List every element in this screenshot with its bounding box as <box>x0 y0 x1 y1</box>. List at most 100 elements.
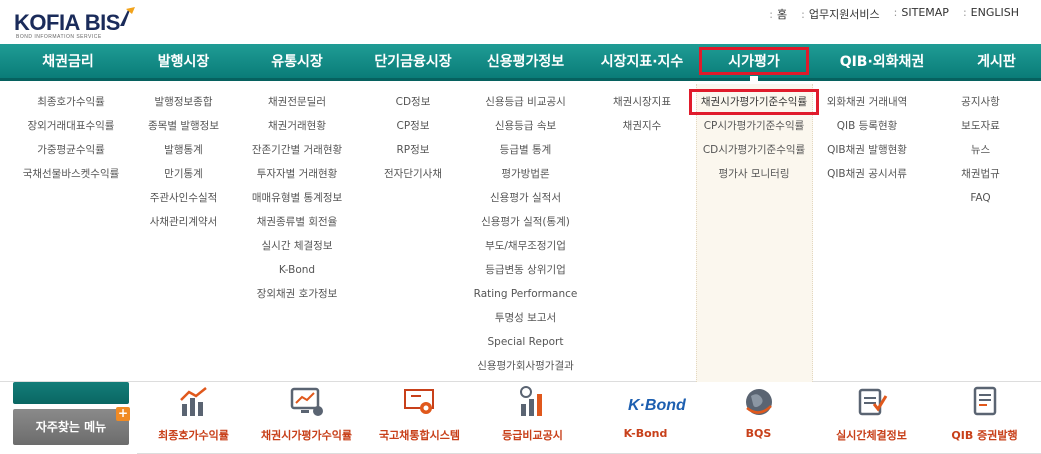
util-english-link[interactable]: ENGLISH <box>963 6 1019 22</box>
menu-item[interactable]: 채권종류별 회전율 <box>231 210 363 234</box>
side-button-partial[interactable] <box>13 382 129 404</box>
quick-link-label: BQS <box>745 427 772 440</box>
menu-item[interactable]: Special Report <box>463 330 588 354</box>
util-support-link[interactable]: 업무지원서비스 <box>801 6 880 22</box>
menu-item[interactable]: 공지사항 <box>936 90 1025 114</box>
menu-item[interactable]: FAQ <box>936 186 1025 210</box>
grade-bar-icon <box>519 386 542 416</box>
mega-menu: 최종호가수익률 장외거래대표수익률 가중평균수익률 국채선물바스켓수익률 발행정… <box>0 84 1041 382</box>
globe-icon <box>745 389 772 415</box>
menu-item[interactable]: K-Bond <box>231 258 363 282</box>
menu-item[interactable]: 평가사 모니터링 <box>690 162 818 186</box>
nav-board[interactable]: 게시판 <box>952 44 1041 78</box>
menu-item[interactable]: 뉴스 <box>936 138 1025 162</box>
menu-item[interactable]: 채권전문딜러 <box>231 90 363 114</box>
menu-col-issuance: 발행정보종합 종목별 발행정보 발행통계 만기통계 주관사인수실적 사채관리계약… <box>136 90 231 234</box>
favorite-menu-button[interactable]: 자주찾는 메뉴 + <box>13 407 130 445</box>
menu-item[interactable]: 부도/채무조정기업 <box>463 234 588 258</box>
util-sitemap-link[interactable]: SITEMAP <box>894 6 949 22</box>
menu-col-trading: 채권전문딜러 채권거래현황 잔존기간별 거래현황 투자자별 거래현황 매매유형별… <box>231 90 363 306</box>
nav-issuance-market[interactable]: 발행시장 <box>136 44 231 78</box>
quick-links: 최종호가수익률 채권시가평가수익률 국고채통합시스템 등급비교공시 K·Bond… <box>137 382 1041 454</box>
checklist-icon <box>858 388 887 416</box>
menu-item[interactable]: 채권시장지표 <box>588 90 696 114</box>
menu-item[interactable]: 국채선물바스켓수익률 <box>12 162 130 186</box>
quick-link-bqs[interactable]: BQS <box>702 382 815 454</box>
menu-col-board: 공지사항 보도자료 뉴스 채권법규 FAQ <box>936 90 1025 210</box>
menu-item[interactable]: QIB채권 발행현황 <box>812 138 922 162</box>
bar-chart-icon <box>179 387 207 416</box>
nav-mark-to-market[interactable]: 시가평가 <box>696 44 812 84</box>
quick-link-final-quote-yield[interactable]: 최종호가수익률 <box>137 382 250 454</box>
menu-col-credit-rating: 신용등급 비교공시 신용등급 속보 등급별 통계 평가방법론 신용평가 실적서 … <box>463 90 588 378</box>
nav-credit-rating[interactable]: 신용평가정보 <box>463 44 588 78</box>
menu-col-market-index: 채권시장지표 채권지수 <box>588 90 696 138</box>
nav-short-term-market[interactable]: 단기금융시장 <box>363 44 463 78</box>
favorite-menu-label: 자주찾는 메뉴 <box>35 420 107 434</box>
nav-market-index[interactable]: 시장지표·지수 <box>588 44 696 78</box>
logo-mark-icon <box>120 7 135 26</box>
document-icon <box>973 386 996 416</box>
menu-item-bond-mtm-yield[interactable]: 채권시가평가기준수익률 <box>689 89 819 115</box>
svg-text:K·Bond: K·Bond <box>628 397 686 414</box>
menu-item[interactable]: QIB 등록현황 <box>812 114 922 138</box>
quick-link-label: QIB 증권발행 <box>951 429 1018 442</box>
menu-item[interactable]: CD정보 <box>363 90 463 114</box>
menu-item[interactable]: 보도자료 <box>936 114 1025 138</box>
menu-item[interactable]: 발행정보종합 <box>136 90 231 114</box>
menu-item[interactable]: 신용평가회사평가결과 <box>463 354 588 378</box>
menu-item[interactable]: CD시가평가기준수익률 <box>690 138 818 162</box>
menu-item[interactable]: 투자자별 거래현황 <box>231 162 363 186</box>
menu-item[interactable]: 신용평가 실적서 <box>463 186 588 210</box>
menu-item[interactable]: CP시가평가기준수익률 <box>690 114 818 138</box>
quick-link-treasury-system[interactable]: 국고채통합시스템 <box>363 382 476 454</box>
menu-item[interactable]: RP정보 <box>363 138 463 162</box>
menu-item[interactable]: 평가방법론 <box>463 162 588 186</box>
util-home-link[interactable]: 홈 <box>769 6 787 22</box>
menu-item[interactable]: 가중평균수익률 <box>12 138 130 162</box>
kbond-logo-icon: K·Bond <box>628 397 686 414</box>
quick-link-rating-comparison[interactable]: 등급비교공시 <box>476 382 589 454</box>
menu-item[interactable]: 주관사인수실적 <box>136 186 231 210</box>
menu-item[interactable]: Rating Performance <box>463 282 588 306</box>
menu-item[interactable]: 신용등급 속보 <box>463 114 588 138</box>
nav-trading-market[interactable]: 유통시장 <box>231 44 363 78</box>
menu-item[interactable]: 장외거래대표수익률 <box>12 114 130 138</box>
menu-item[interactable]: 채권법규 <box>936 162 1025 186</box>
menu-item[interactable]: 실시간 체결정보 <box>231 234 363 258</box>
quick-link-mtm-yield[interactable]: 채권시가평가수익률 <box>250 382 363 454</box>
menu-item[interactable]: 외화채권 거래내역 <box>812 90 922 114</box>
quick-link-kbond[interactable]: K·Bond K-Bond <box>589 382 702 454</box>
menu-item[interactable]: 발행통계 <box>136 138 231 162</box>
menu-item[interactable]: 최종호가수익률 <box>12 90 130 114</box>
quick-link-label: 등급비교공시 <box>502 429 563 442</box>
quick-link-label: 최종호가수익률 <box>158 429 229 442</box>
menu-item[interactable]: 등급변동 상위기업 <box>463 258 588 282</box>
logo-text: KOFIA BIS <box>14 10 120 35</box>
menu-item[interactable]: 채권거래현황 <box>231 114 363 138</box>
nav-qib-foreign-bonds[interactable]: QIB·외화채권 <box>812 44 952 78</box>
quick-link-label: 국고채통합시스템 <box>379 429 460 442</box>
menu-item[interactable]: 매매유형별 통계정보 <box>231 186 363 210</box>
menu-item[interactable]: 채권지수 <box>588 114 696 138</box>
menu-item[interactable]: 등급별 통계 <box>463 138 588 162</box>
quick-link-label: 실시간체결정보 <box>836 429 907 442</box>
menu-item[interactable]: 사채관리계약서 <box>136 210 231 234</box>
menu-item[interactable]: 종목별 발행정보 <box>136 114 231 138</box>
menu-item[interactable]: 만기통계 <box>136 162 231 186</box>
quick-link-qib-issuance[interactable]: QIB 증권발행 <box>928 382 1041 454</box>
menu-col-qib: 외화채권 거래내역 QIB 등록현황 QIB채권 발행현황 QIB채권 공시서류 <box>812 90 922 186</box>
menu-item[interactable]: 투명성 보고서 <box>463 306 588 330</box>
menu-item[interactable]: 전자단기사채 <box>363 162 463 186</box>
kofia-bis-logo[interactable]: KOFIA BIS BOND INFORMATION SERVICE <box>14 4 135 44</box>
nav-bond-rates[interactable]: 채권금리 <box>0 44 136 78</box>
quick-link-label: 채권시가평가수익률 <box>260 429 353 442</box>
menu-item[interactable]: 신용평가 실적(통계) <box>463 210 588 234</box>
menu-item[interactable]: 잔존기간별 거래현황 <box>231 138 363 162</box>
menu-item[interactable]: 장외채권 호가정보 <box>231 282 363 306</box>
quick-link-realtime-trades[interactable]: 실시간체결정보 <box>815 382 928 454</box>
menu-item[interactable]: 신용등급 비교공시 <box>463 90 588 114</box>
menu-item[interactable]: QIB채권 공시서류 <box>812 162 922 186</box>
main-nav: 채권금리 발행시장 유통시장 단기금융시장 신용평가정보 시장지표·지수 시가평… <box>0 44 1041 84</box>
menu-item[interactable]: CP정보 <box>363 114 463 138</box>
